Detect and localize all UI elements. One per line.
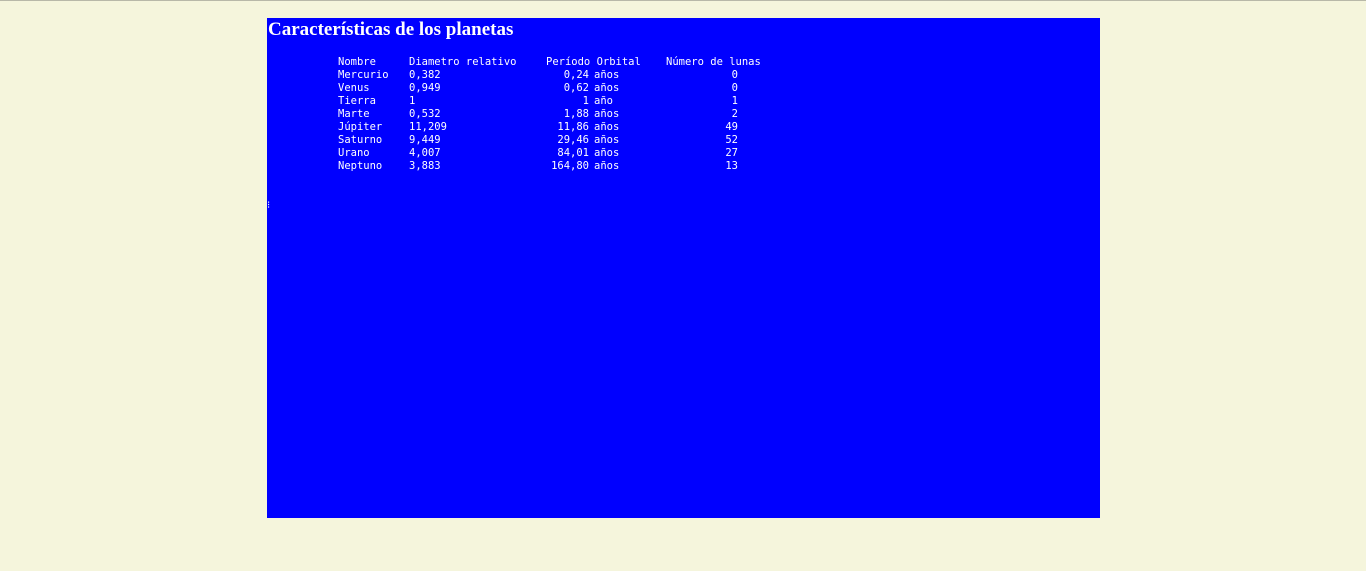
page-title: Características de los planetas <box>268 19 514 40</box>
planet-diameter: 0,532 <box>409 108 441 120</box>
planet-diameter: 4,007 <box>409 147 441 159</box>
planet-moons: 0 <box>731 69 738 81</box>
planet-period-unit: años <box>594 160 620 172</box>
planet-diameter: 0,949 <box>409 82 441 94</box>
planet-name: Urano <box>338 147 370 159</box>
planet-period-unit: años <box>594 134 620 146</box>
planet-moons: 1 <box>731 95 738 107</box>
planet-moons: 27 <box>725 147 738 159</box>
planet-diameter: 9,449 <box>409 134 441 146</box>
planet-name: Mercurio <box>338 69 389 81</box>
planets-panel: Características de los planetas Nombre D… <box>267 18 1100 518</box>
planet-name: Neptuno <box>338 160 383 172</box>
top-border-line <box>0 0 1366 1</box>
planet-period: 11,86 <box>557 121 589 133</box>
header-diameter: Diametro relativo <box>409 56 517 68</box>
planet-moons: 0 <box>731 82 738 94</box>
planet-name: Tierra <box>338 95 376 107</box>
planet-moons: 52 <box>725 134 738 146</box>
planet-period-unit: años <box>594 82 620 94</box>
planet-period: 164,80 <box>551 160 589 172</box>
planet-diameter: 11,209 <box>409 121 447 133</box>
planet-moons: 2 <box>731 108 738 120</box>
planet-period-unit: años <box>594 147 620 159</box>
planet-period-unit: año <box>594 95 613 107</box>
planet-diameter: 3,883 <box>409 160 441 172</box>
planet-period: 84,01 <box>557 147 589 159</box>
planet-period: 29,46 <box>557 134 589 146</box>
planet-moons: 13 <box>725 160 738 172</box>
planet-name: Marte <box>338 108 370 120</box>
header-period: Período Orbital <box>546 56 641 68</box>
text-cursor-icon: ⁝ <box>267 200 271 211</box>
planet-diameter: 1 <box>409 95 416 107</box>
planet-name: Saturno <box>338 134 383 146</box>
planet-period: 1,88 <box>563 108 589 120</box>
planet-name: Júpiter <box>338 121 383 133</box>
header-name: Nombre <box>338 56 376 68</box>
planet-period: 0,24 <box>563 69 589 81</box>
planet-moons: 49 <box>725 121 738 133</box>
planet-period-unit: años <box>594 121 620 133</box>
planet-name: Venus <box>338 82 370 94</box>
planet-diameter: 0,382 <box>409 69 441 81</box>
planet-period: 0,62 <box>563 82 589 94</box>
planet-period: 1 <box>582 95 589 107</box>
header-moons: Número de lunas <box>666 56 761 68</box>
planet-period-unit: años <box>594 108 620 120</box>
planet-period-unit: años <box>594 69 620 81</box>
